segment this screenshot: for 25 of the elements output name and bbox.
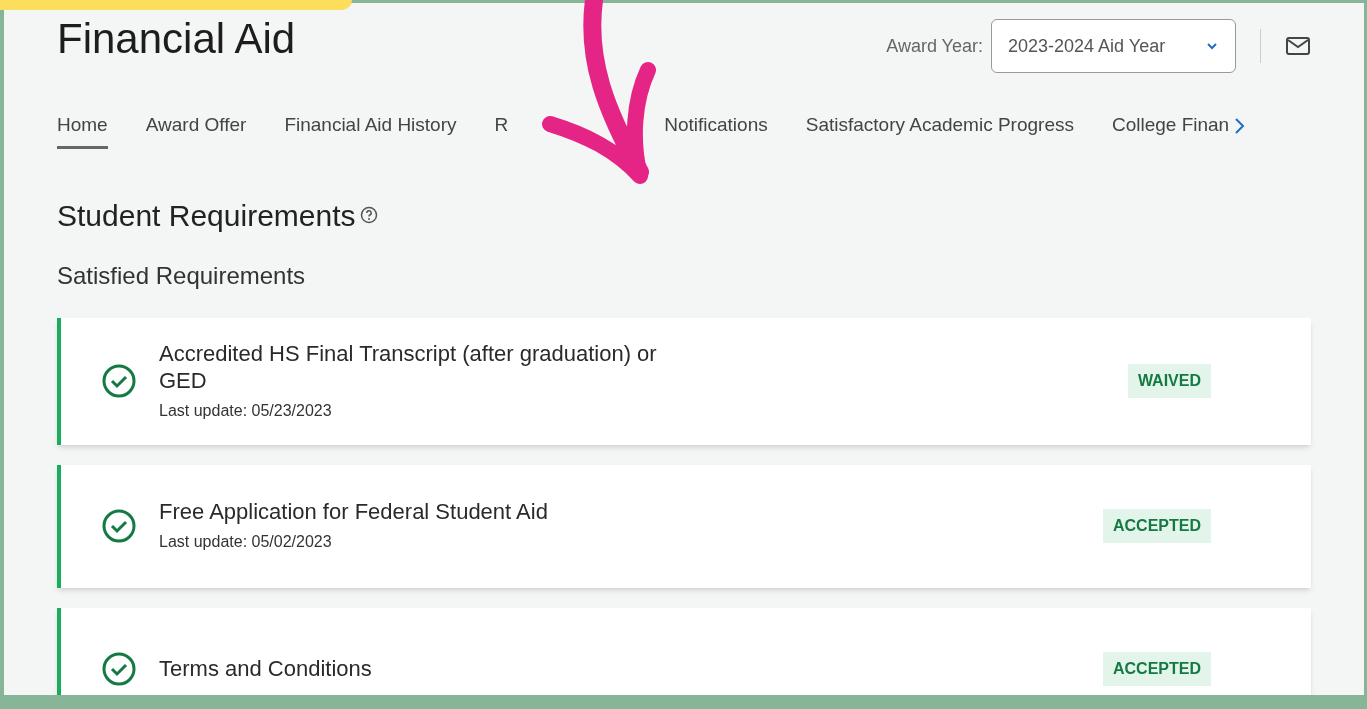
last-update-text: Last update: 05/23/2023 — [159, 400, 333, 421]
help-icon[interactable] — [359, 206, 378, 224]
nav-tab[interactable]: Notifications — [664, 111, 768, 149]
section-title: Student Requirements — [57, 197, 356, 234]
nav-tab[interactable]: R — [494, 111, 509, 149]
check-circle-icon — [101, 363, 137, 399]
section-subtitle: Satisfied Requirements — [57, 260, 307, 291]
last-update-text: Last update: 05/02/2023 — [159, 531, 333, 552]
nav-tab[interactable]: Award Offer — [145, 111, 247, 149]
nav-tab[interactable]: Home — [57, 111, 108, 149]
page-title: Financial Aid — [57, 14, 296, 64]
award-year-dropdown[interactable]: 2023-2024 Aid Year — [991, 19, 1236, 73]
award-year-label: Award Year: — [886, 34, 983, 58]
mail-icon[interactable] — [1285, 36, 1311, 56]
status-tag: WAIVED — [1127, 364, 1211, 398]
status-tag: ACCEPTED — [1103, 652, 1211, 686]
status-tag: ACCEPTED — [1103, 509, 1211, 543]
check-circle-icon — [101, 508, 137, 544]
nav-tab[interactable]: Satisfactory Academic Progress — [805, 111, 1074, 149]
nav-tab[interactable]: College Finan — [1111, 111, 1230, 149]
requirement-title: Free Application for Federal Student Aid — [159, 498, 549, 526]
check-circle-icon — [101, 651, 137, 687]
nav-tab[interactable]: Financial Aid History — [284, 111, 457, 149]
requirement-title: Terms and Conditions — [159, 655, 373, 683]
requirement-title: Accredited HS Final Transcript (after graduation) or GED — [159, 339, 658, 395]
